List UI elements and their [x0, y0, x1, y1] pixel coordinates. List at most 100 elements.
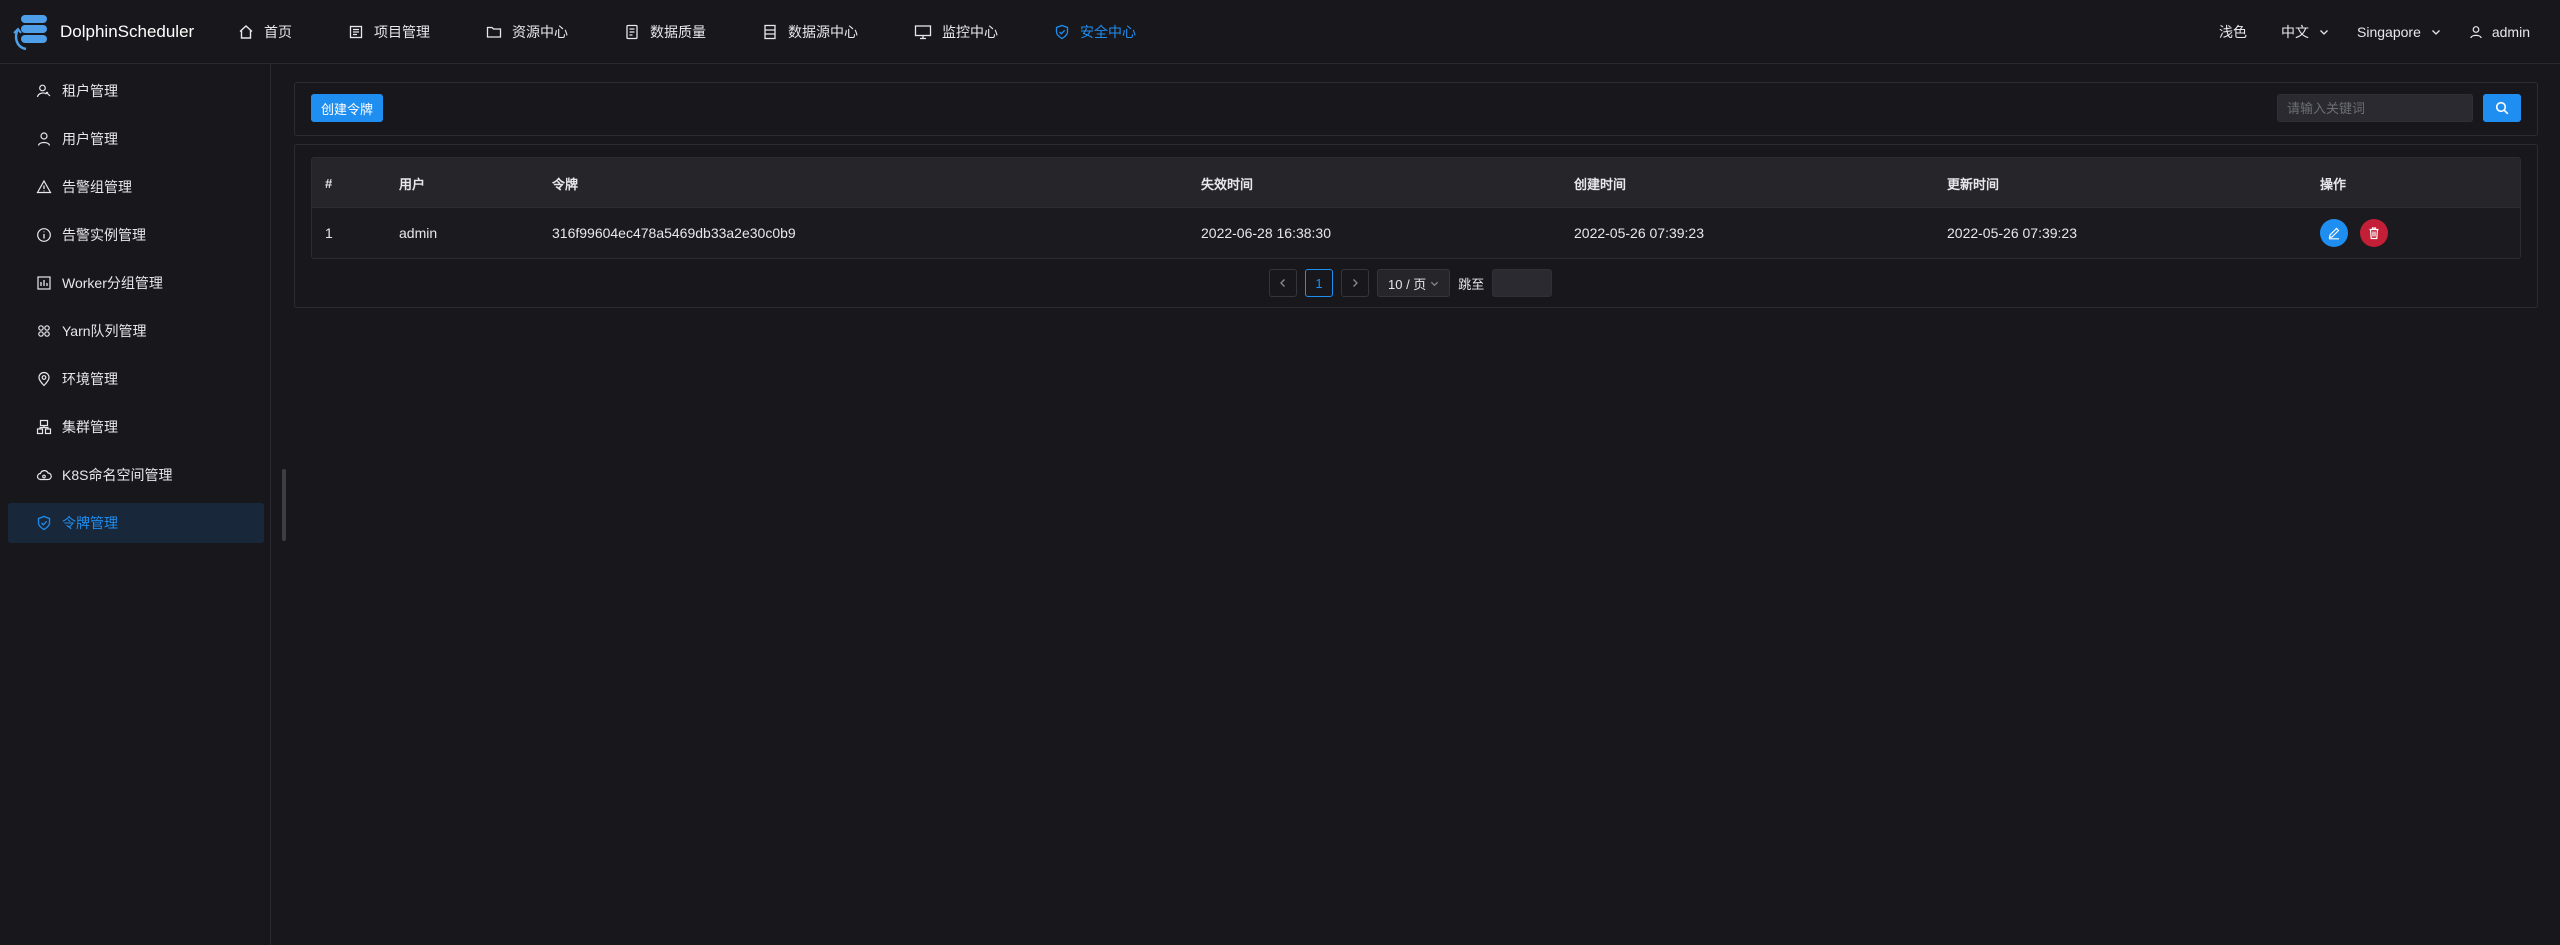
table-card: # 用户 令牌 失效时间 创建时间 更新时间 操作 1 admin 316f99… [294, 144, 2538, 308]
sidebar-item-label: 集群管理 [62, 419, 118, 435]
sidebar-scrollbar[interactable] [282, 469, 286, 541]
nav-data-quality-label: 数据质量 [650, 23, 706, 40]
token-table: # 用户 令牌 失效时间 创建时间 更新时间 操作 1 admin 316f99… [311, 157, 2521, 259]
chevron-down-icon [2431, 29, 2440, 35]
cluster-icon [36, 419, 52, 435]
column-header-update-time: 更新时间 [1947, 176, 2000, 192]
column-header-expire-time: 失效时间 [1201, 176, 1254, 192]
edit-button[interactable] [2320, 219, 2348, 247]
search-button[interactable] [2483, 94, 2521, 122]
column-header-create-time: 创建时间 [1574, 176, 1627, 192]
sidebar-item-users[interactable]: 用户管理 [8, 119, 264, 159]
table-row: 1 admin 316f99604ec478a5469db33a2e30c0b9… [312, 208, 2520, 258]
cloud-icon [36, 470, 52, 481]
sidebar-item-yarn-queue[interactable]: Yarn队列管理 [8, 311, 264, 351]
delete-button[interactable] [2360, 219, 2388, 247]
nav-datasource[interactable]: 数据源中心 [748, 0, 872, 64]
sidebar-item-alert-group[interactable]: 告警组管理 [8, 167, 264, 207]
sidebar-item-label: 用户管理 [62, 131, 118, 147]
sidebar-item-environment[interactable]: 环境管理 [8, 359, 264, 399]
cell-update-time: 2022-05-26 07:39:23 [1947, 225, 2077, 241]
search-input[interactable] [2277, 94, 2473, 122]
nav-projects[interactable]: 项目管理 [334, 0, 444, 64]
language-label: 中文 [2281, 23, 2310, 40]
chevron-down-icon [2320, 29, 2328, 35]
column-header-user: 用户 [399, 176, 426, 192]
warning-icon [36, 179, 52, 194]
cell-index: 1 [325, 225, 333, 241]
sidebar: 租户管理 用户管理 告警组管理 告警实例管理 Worker分组管理 Yarn队列… [0, 64, 271, 945]
cell-create-time: 2022-05-26 07:39:23 [1574, 225, 1704, 241]
sidebar-item-worker-group[interactable]: Worker分组管理 [8, 263, 264, 303]
header-right: 浅色 中文 Singapore admin [2219, 0, 2560, 64]
top-header: DolphinScheduler 首页 项目管理 资源中心 数据质量 数据源中心… [0, 0, 2560, 64]
yarn-icon [38, 325, 50, 337]
jump-to-input[interactable] [1492, 269, 1553, 297]
sidebar-item-label: 令牌管理 [62, 515, 118, 531]
table-header: # 用户 令牌 失效时间 创建时间 更新时间 操作 [312, 158, 2520, 208]
home-icon [239, 24, 253, 39]
timezone-select[interactable]: Singapore [2357, 24, 2441, 40]
cell-expire-time: 2022-06-28 16:38:30 [1201, 225, 1331, 241]
page-size-select[interactable]: 10 / 页 [1377, 269, 1451, 297]
nav-monitor[interactable]: 监控中心 [900, 0, 1012, 64]
trash-icon [2369, 227, 2379, 240]
tenant-icon [36, 84, 51, 98]
sidebar-item-token[interactable]: 令牌管理 [8, 503, 264, 543]
nav-data-quality[interactable]: 数据质量 [610, 0, 720, 64]
sidebar-item-cluster[interactable]: 集群管理 [8, 407, 264, 447]
sidebar-item-alert-instance[interactable]: 告警实例管理 [8, 215, 264, 255]
sidebar-item-label: Yarn队列管理 [62, 323, 147, 339]
sidebar-item-tenant[interactable]: 租户管理 [8, 71, 264, 111]
nav-resources[interactable]: 资源中心 [472, 0, 582, 64]
user-icon [2470, 25, 2482, 38]
search-icon [2495, 101, 2509, 115]
cell-user: admin [399, 225, 438, 241]
sidebar-item-label: 租户管理 [62, 83, 118, 99]
nav-security[interactable]: 安全中心 [1040, 0, 1150, 64]
nav-resources-label: 资源中心 [512, 23, 568, 40]
column-header-token: 令牌 [552, 176, 579, 192]
info-icon [37, 228, 51, 242]
language-select[interactable]: 中文 [2281, 22, 2329, 42]
sidebar-item-label: K8S命名空间管理 [62, 467, 173, 483]
cell-operations [2320, 208, 2400, 258]
cell-token: 316f99604ec478a5469db33a2e30c0b9 [552, 225, 796, 241]
sidebar-item-label: Worker分组管理 [62, 275, 163, 291]
prev-page-button[interactable] [1269, 269, 1297, 297]
theme-toggle[interactable]: 浅色 [2219, 22, 2247, 42]
theme-label: 浅色 [2219, 23, 2248, 40]
user-icon [37, 132, 51, 146]
page-number-button[interactable]: 1 [1305, 269, 1333, 297]
jump-to-label: 跳至 [1458, 276, 1485, 292]
chevron-down-icon [1431, 281, 1439, 286]
app-logo[interactable]: DolphinScheduler [12, 11, 224, 53]
sidebar-item-label: 告警组管理 [62, 179, 132, 195]
nav-monitor-label: 监控中心 [942, 23, 998, 40]
column-header-index: # [325, 175, 333, 191]
edit-icon [2328, 227, 2340, 240]
column-header-operations: 操作 [2320, 176, 2347, 192]
dolphin-logo-icon [13, 14, 47, 50]
nav-home-label: 首页 [264, 23, 292, 40]
datasource-icon [764, 24, 776, 39]
sidebar-item-k8s-namespace[interactable]: K8S命名空间管理 [8, 455, 264, 495]
nav-home[interactable]: 首页 [224, 0, 306, 64]
chevron-left-icon [1280, 279, 1285, 287]
shield-check-icon [37, 515, 51, 531]
pagination: 1 10 / 页 跳至 [1269, 269, 1553, 297]
create-token-button[interactable]: 创建令牌 [311, 94, 384, 122]
location-icon [38, 371, 50, 387]
toolbar-card: 创建令牌 [294, 82, 2538, 136]
worker-group-icon [37, 276, 51, 290]
nav-security-label: 安全中心 [1080, 23, 1136, 40]
user-menu[interactable]: admin [2469, 24, 2530, 40]
nav-datasource-label: 数据源中心 [788, 23, 858, 40]
next-page-button[interactable] [1341, 269, 1369, 297]
timezone-label: Singapore [2357, 23, 2421, 40]
sidebar-item-label: 环境管理 [62, 371, 118, 387]
chevron-right-icon [1353, 279, 1358, 287]
data-quality-icon [626, 24, 638, 39]
project-icon [349, 25, 363, 38]
user-name: admin [2491, 23, 2530, 40]
